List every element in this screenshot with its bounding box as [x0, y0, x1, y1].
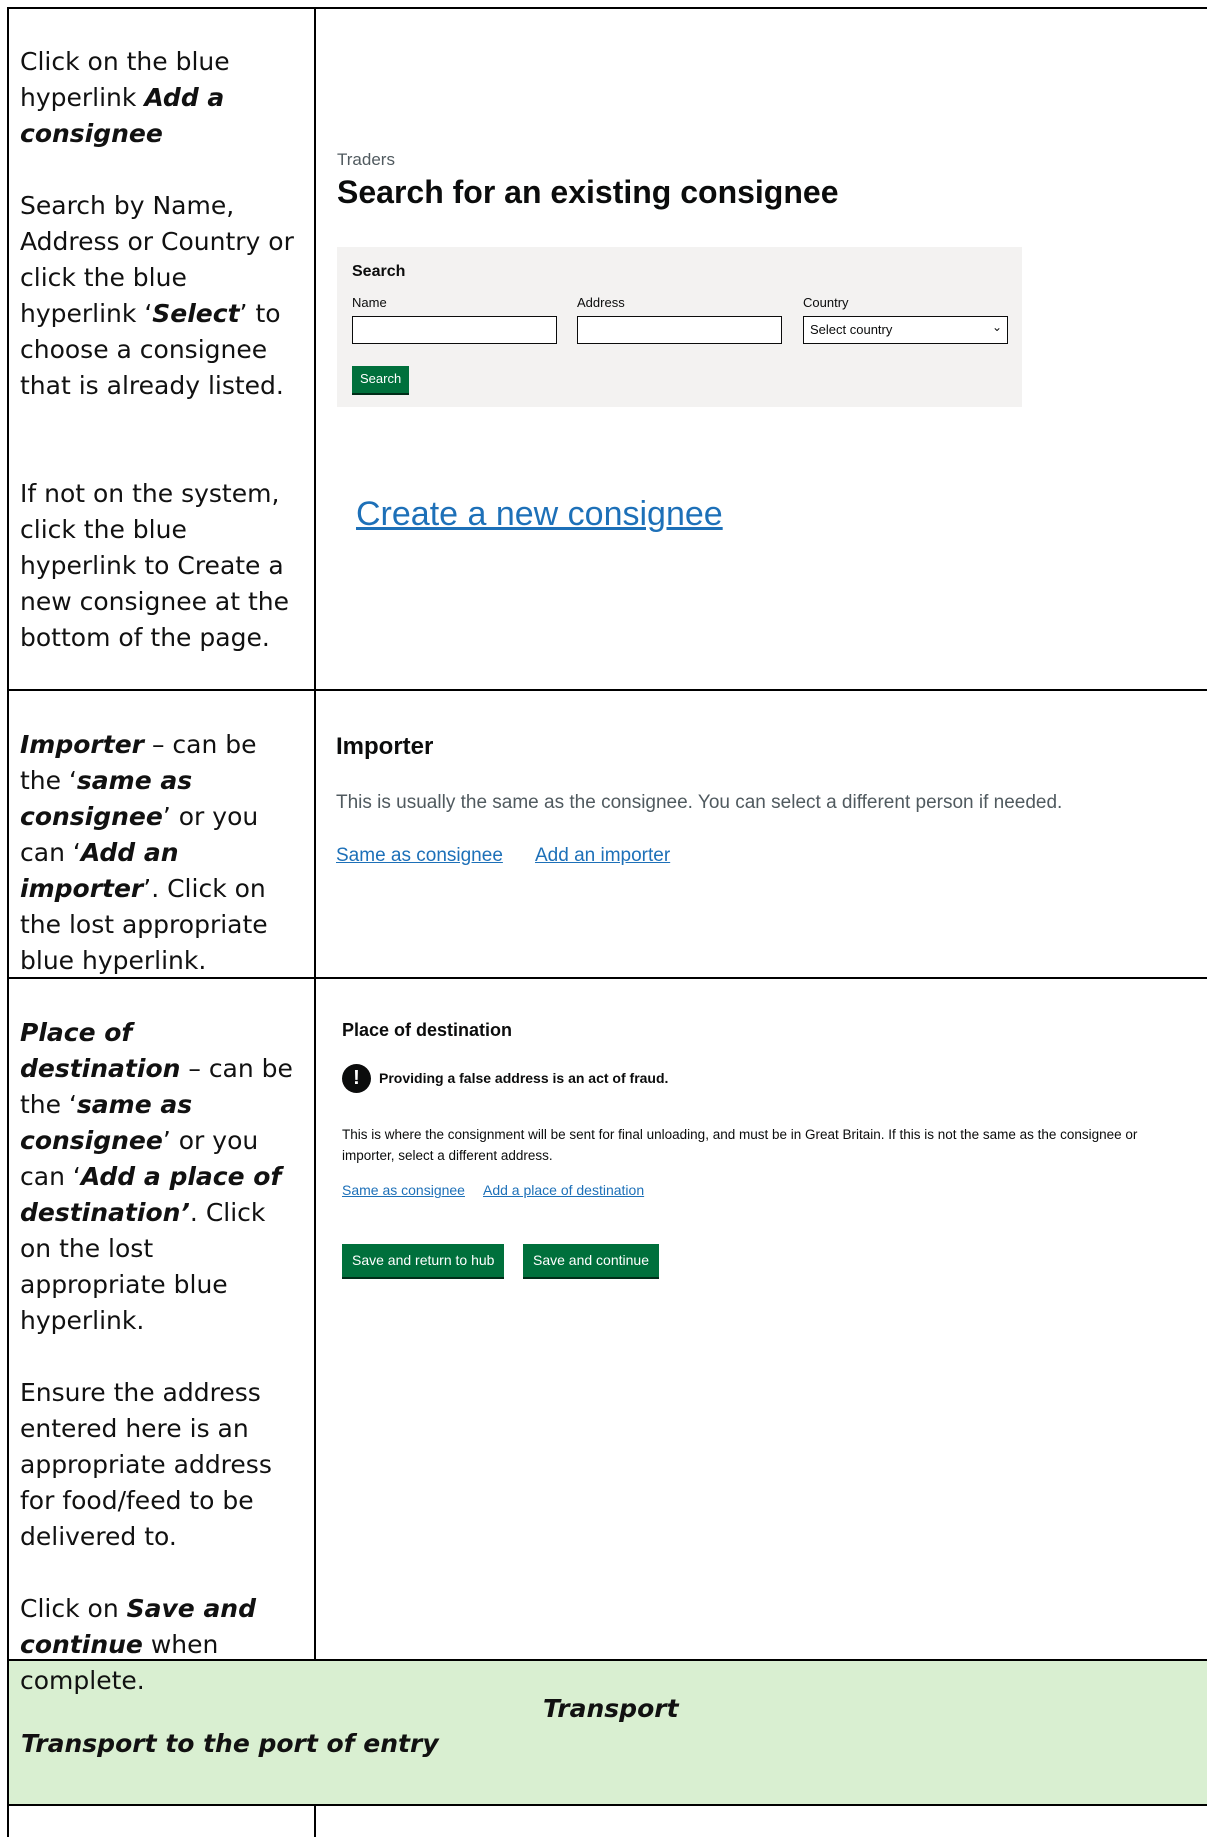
importer-description: This is usually the same as the consigne… [336, 792, 1063, 813]
row1-instruction-create: If not on the system, click the blue hyp… [20, 479, 289, 652]
transport-title: Transport [543, 1694, 679, 1723]
fraud-warning-text: Providing a false address is an act of f… [379, 1070, 669, 1086]
add-an-importer-link[interactable]: Add an importer [535, 845, 670, 867]
add-place-of-destination-link[interactable]: Add a place of destination [483, 1182, 644, 1198]
row3-lead-bold: Place of destination [20, 1018, 181, 1083]
destination-description: This is where the consignment will be se… [342, 1127, 1138, 1163]
row-divider-1 [7, 689, 1207, 691]
country-select-value: Select country [810, 322, 893, 337]
country-select[interactable]: Select country ⌄ [803, 316, 1008, 344]
country-label: Country [803, 295, 849, 310]
row3-p3-text: Click on [20, 1594, 127, 1623]
row3-instruction-address: Ensure the address entered here is an ap… [20, 1378, 272, 1551]
row2-lead-bold: Importer [20, 730, 144, 759]
name-input[interactable] [352, 316, 557, 344]
row2-instructions: Importer – can be the ‘same as consignee… [20, 727, 300, 979]
row1-instruction-add-consignee: Click on the blue hyperlink Add a consig… [20, 44, 300, 152]
search-button[interactable]: Search [352, 366, 410, 393]
row1-instructions: Click on the blue hyperlink Add a consig… [20, 44, 300, 656]
row3-instruction-destination: Place of destination – can be the ‘same … [20, 1015, 300, 1339]
row2-instruction-importer: Importer – can be the ‘same as consignee… [20, 727, 300, 979]
warning-icon: ! [342, 1064, 371, 1093]
table-border-top [7, 7, 1207, 9]
table-border-left [7, 7, 9, 1837]
search-panel-title: Search [352, 263, 406, 280]
breadcrumb-caption: Traders [337, 150, 395, 169]
row-divider-4 [7, 1804, 1207, 1806]
name-label: Name [352, 295, 387, 310]
importer-same-as-consignee-link[interactable]: Same as consignee [336, 845, 503, 867]
search-panel: Search Name Address Country Select count… [337, 247, 1022, 407]
page-title: Search for an existing consignee [337, 174, 839, 210]
chevron-down-icon: ⌄ [991, 320, 1002, 334]
create-new-consignee-link[interactable]: Create a new consignee [356, 495, 723, 534]
save-and-return-label: Save and return to hub [352, 1252, 495, 1268]
save-and-return-to-hub-button[interactable]: Save and return to hub [342, 1244, 505, 1277]
save-and-continue-label: Save and continue [533, 1252, 649, 1268]
importer-heading: Importer [336, 733, 434, 760]
table-column-divider [314, 7, 316, 1660]
destination-heading: Place of destination [342, 1020, 513, 1040]
row1-p2-bold: Select [152, 299, 240, 328]
table-column-divider-bottom [314, 1805, 316, 1837]
transport-subtitle: Transport to the port of entry [21, 1729, 439, 1758]
row1-instruction-search: Search by Name, Address or Country or cl… [20, 188, 300, 404]
destination-same-as-consignee-link[interactable]: Same as consignee [342, 1182, 465, 1198]
row3-instruction-save: Click on Save and continue when complete… [20, 1591, 300, 1699]
address-input[interactable] [577, 316, 782, 344]
row3-instructions: Place of destination – can be the ‘same … [20, 1015, 300, 1699]
search-button-label: Search [360, 371, 402, 386]
address-label: Address [577, 295, 625, 310]
save-and-continue-button[interactable]: Save and continue [523, 1244, 659, 1277]
